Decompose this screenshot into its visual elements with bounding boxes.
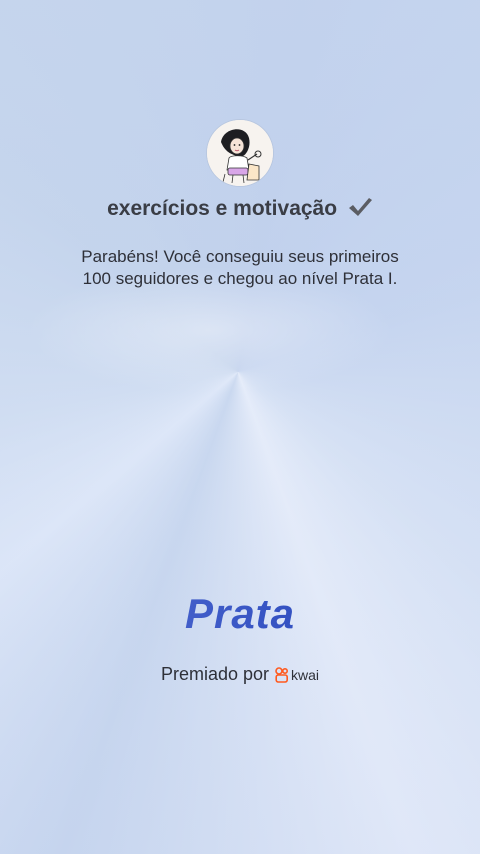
level-title: Prata xyxy=(0,590,480,638)
kwai-brand[interactable]: kwai xyxy=(275,667,319,683)
message-line-2: 100 seguidores e chegou ao nível Prata I… xyxy=(82,269,398,288)
cartoon-woman-avatar-icon xyxy=(207,120,273,186)
profile-name: exercícios e motivação xyxy=(107,197,338,220)
checkmark-icon xyxy=(347,196,373,224)
profile-name-row: exercícios e motivação xyxy=(0,196,480,224)
kwai-logo-icon xyxy=(275,666,289,683)
kwai-brand-name: kwai xyxy=(291,666,320,683)
avatar[interactable] xyxy=(207,120,273,186)
awarded-by-label: Premiado por xyxy=(160,664,270,684)
awarded-by: Premiado por kwai xyxy=(0,664,480,685)
message-line-1: Parabéns! Você conseguiu seus primeiros xyxy=(81,247,399,266)
congratulations-message: Parabéns! Você conseguiu seus primeiros … xyxy=(40,246,440,290)
